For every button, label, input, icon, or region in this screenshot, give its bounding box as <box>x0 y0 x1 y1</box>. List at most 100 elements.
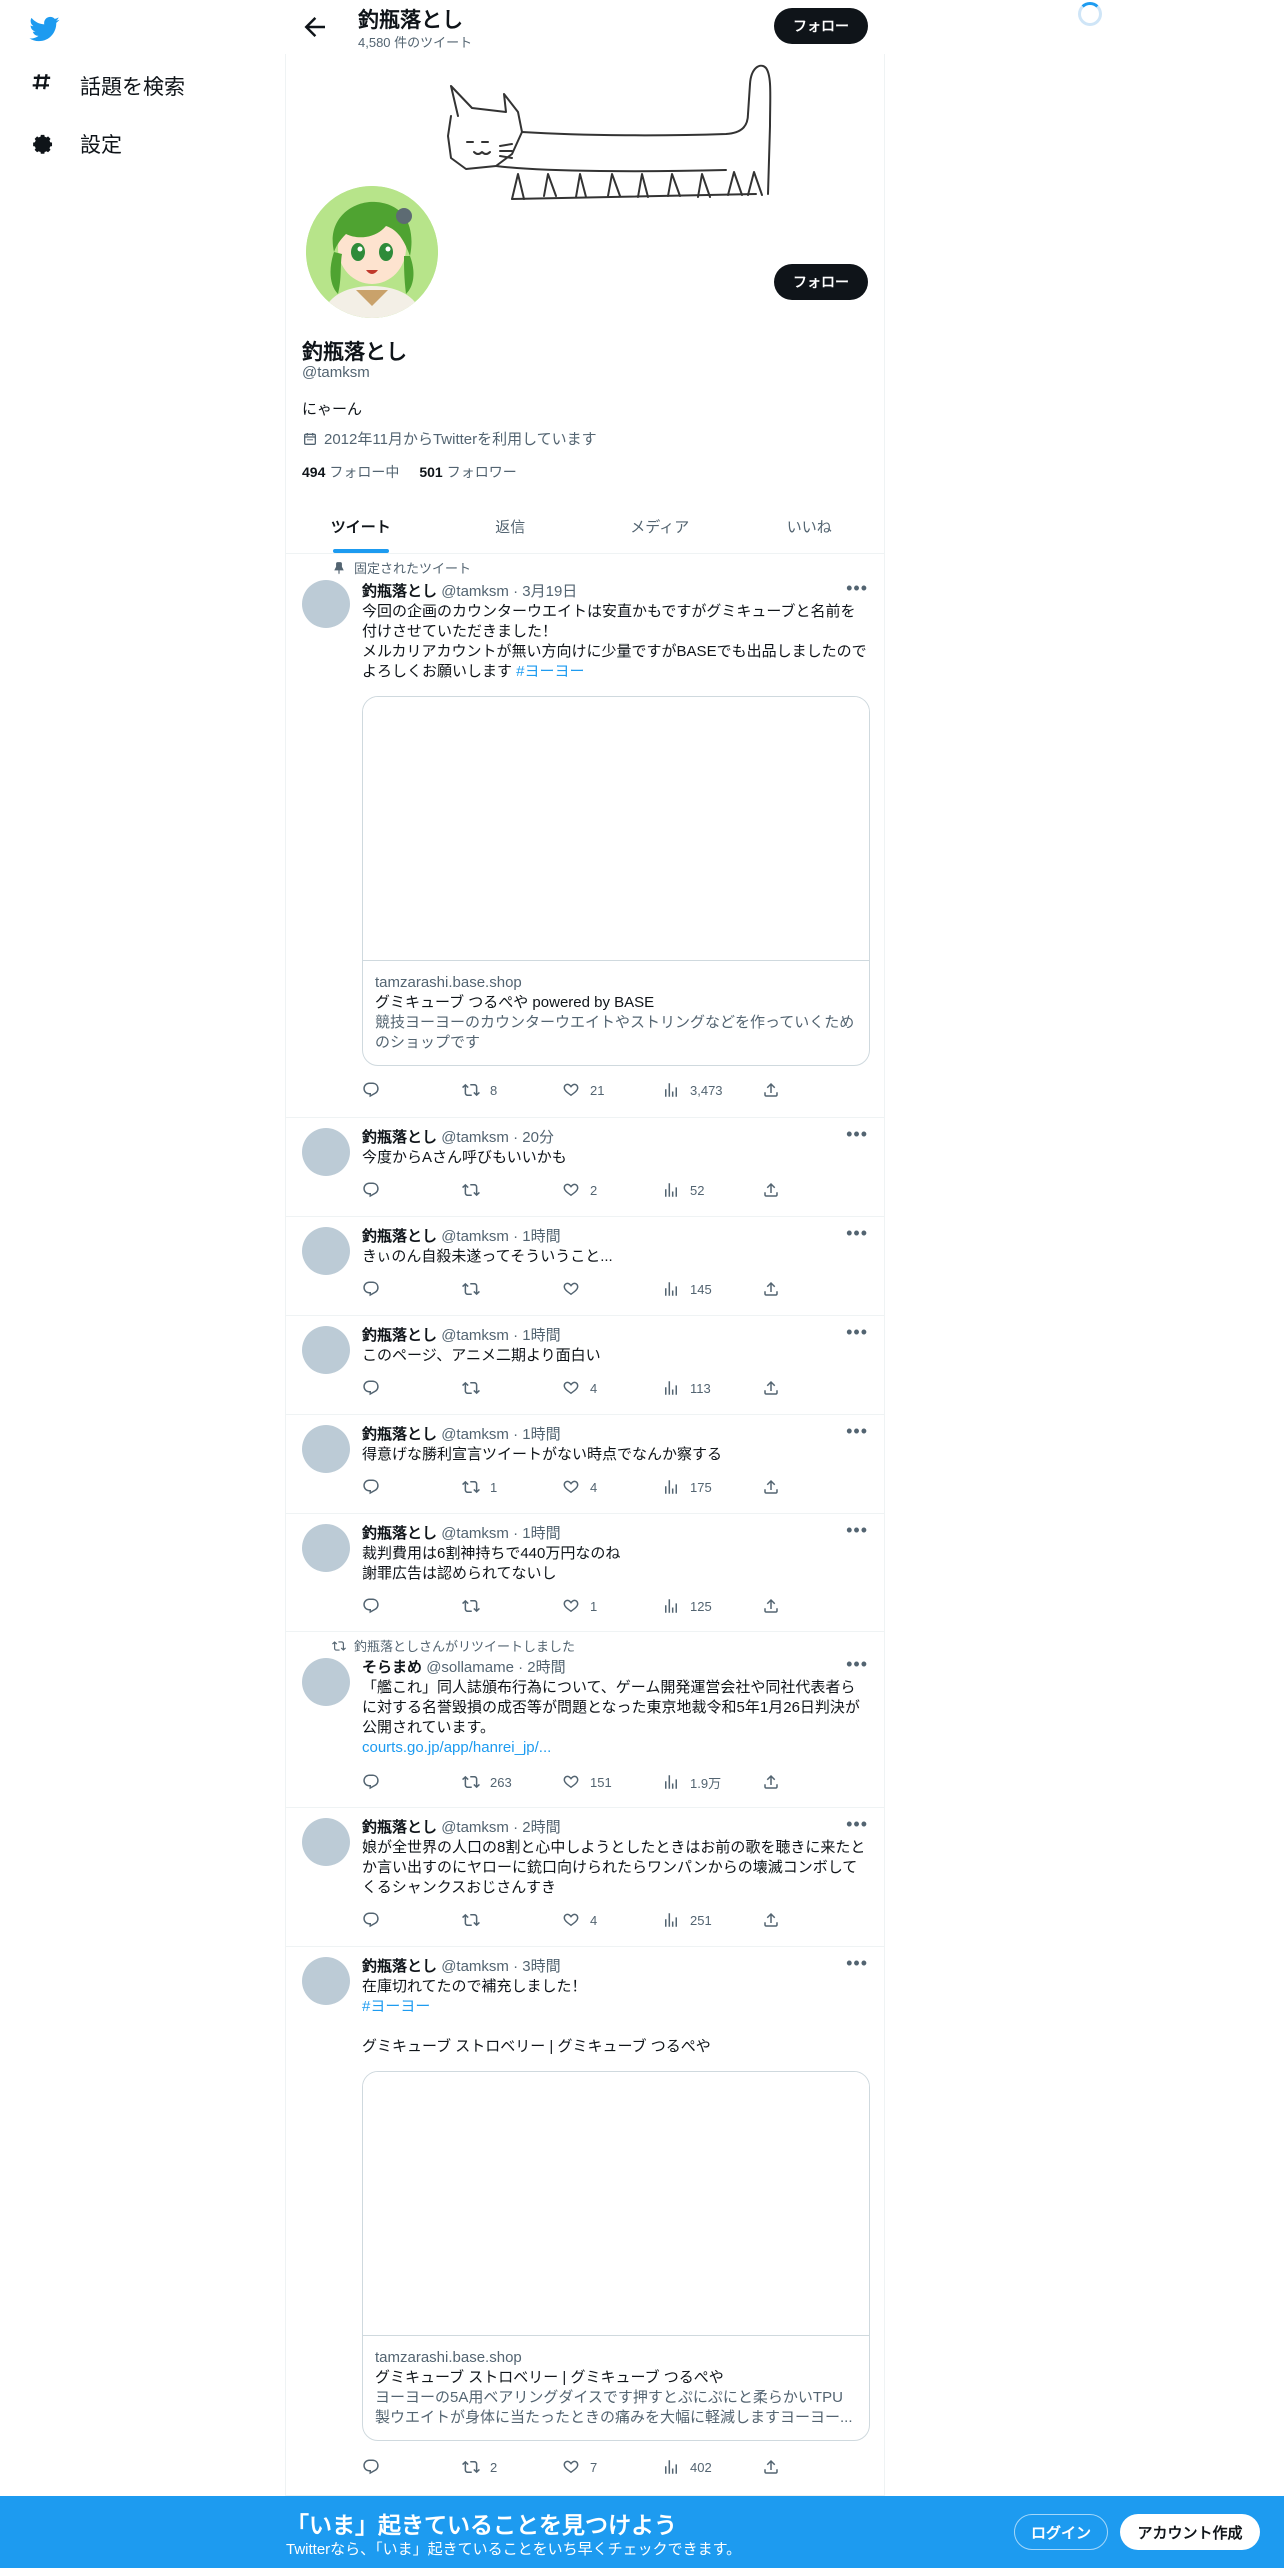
followers-link[interactable]: 501 フォロワー <box>419 462 516 482</box>
like-button[interactable]: 4 <box>562 1910 662 1930</box>
share-icon <box>762 1280 780 1298</box>
share-button[interactable] <box>762 2457 782 2477</box>
tweet-retweeted[interactable]: 釣瓶落としさんがリツイートしました そらまめ @sollamame · 2時間 … <box>286 1632 884 1808</box>
retweet-button[interactable] <box>462 1596 562 1616</box>
reply-button[interactable] <box>362 1772 462 1792</box>
views-button[interactable]: 125 <box>662 1596 762 1616</box>
link-card[interactable]: tamzarashi.base.shop グミキューブ つるぺや powered… <box>362 696 870 1066</box>
views-button[interactable]: 113 <box>662 1378 762 1398</box>
retweet-button[interactable]: 1 <box>462 1477 562 1497</box>
retweet-button[interactable] <box>462 1279 562 1299</box>
tab-likes[interactable]: いいね <box>735 500 885 553</box>
avatar[interactable] <box>302 1425 350 1473</box>
tab-media[interactable]: メディア <box>585 500 735 553</box>
hashtag-link[interactable]: #ヨーヨー <box>362 1997 870 2017</box>
more-icon[interactable]: ••• <box>846 1223 868 1244</box>
views-button[interactable]: 52 <box>662 1180 762 1200</box>
tab-tweets[interactable]: ツイート <box>286 500 436 553</box>
share-button[interactable] <box>762 1378 782 1398</box>
like-button[interactable]: 21 <box>562 1080 662 1100</box>
avatar[interactable] <box>302 1818 350 1866</box>
reply-button[interactable] <box>362 1477 462 1497</box>
nav-explore[interactable]: 話題を検索 <box>28 64 185 108</box>
more-icon[interactable]: ••• <box>846 1322 868 1343</box>
chart-icon <box>662 1379 680 1397</box>
avatar[interactable] <box>302 1128 350 1176</box>
tweet[interactable]: 釣瓶落とし @tamksm · 2時間 ••• 娘が全世界の人口の8割と心中しよ… <box>286 1808 884 1947</box>
retweet-button[interactable]: 8 <box>462 1080 562 1100</box>
retweet-button[interactable]: 263 <box>462 1772 562 1792</box>
heart-icon <box>562 1911 580 1929</box>
back-arrow-icon[interactable] <box>300 12 330 42</box>
views-button[interactable]: 3,473 <box>662 1080 762 1100</box>
profile-avatar[interactable] <box>302 182 442 322</box>
reply-button[interactable] <box>362 1080 462 1100</box>
more-icon[interactable]: ••• <box>846 1814 868 1835</box>
header-follow-button[interactable]: フォロー <box>774 8 868 44</box>
views-button[interactable]: 175 <box>662 1477 762 1497</box>
avatar[interactable] <box>302 1227 350 1275</box>
tweet-pinned[interactable]: 固定されたツイート 釣瓶落とし @tamksm · 3月19日 ••• 今回の企… <box>286 554 884 1118</box>
signup-button[interactable]: アカウント作成 <box>1120 2514 1260 2550</box>
like-button[interactable]: 7 <box>562 2457 662 2477</box>
tweet[interactable]: 釣瓶落とし @tamksm · 1時間 ••• きぃのん自殺未遂ってそういうこと… <box>286 1217 884 1316</box>
share-button[interactable] <box>762 1279 782 1299</box>
share-button[interactable] <box>762 1180 782 1200</box>
share-button[interactable] <box>762 1477 782 1497</box>
hashtag-link[interactable]: #ヨーヨー <box>516 663 584 680</box>
chart-icon <box>662 2458 680 2476</box>
views-button[interactable]: 251 <box>662 1910 762 1930</box>
reply-button[interactable] <box>362 2457 462 2477</box>
following-link[interactable]: 494 フォロー中 <box>302 462 399 482</box>
views-button[interactable]: 1.9万 <box>662 1772 762 1792</box>
like-button[interactable]: 4 <box>562 1378 662 1398</box>
reply-button[interactable] <box>362 1596 462 1616</box>
reply-button[interactable] <box>362 1180 462 1200</box>
retweet-button[interactable] <box>462 1378 562 1398</box>
tweet[interactable]: 釣瓶落とし @tamksm · 1時間 ••• 裁判費用は6割神持ちで440万円… <box>286 1514 884 1632</box>
share-icon <box>762 1597 780 1615</box>
like-button[interactable]: 4 <box>562 1477 662 1497</box>
more-icon[interactable]: ••• <box>846 1124 868 1145</box>
avatar[interactable] <box>302 580 350 628</box>
reply-button[interactable] <box>362 1378 462 1398</box>
avatar[interactable] <box>302 1326 350 1374</box>
tweet[interactable]: 釣瓶落とし @tamksm · 3時間 ••• 在庫切れてたので補充しました！ … <box>286 1947 884 2496</box>
views-button[interactable]: 402 <box>662 2457 762 2477</box>
more-icon[interactable]: ••• <box>846 1953 868 1974</box>
tweet[interactable]: 釣瓶落とし @tamksm · 1時間 ••• 得意げな勝利宣言ツイートがない時… <box>286 1415 884 1514</box>
retweet-button[interactable]: 2 <box>462 2457 562 2477</box>
reply-button[interactable] <box>362 1910 462 1930</box>
profile-follow-button[interactable]: フォロー <box>774 264 868 300</box>
twitter-logo-icon[interactable] <box>28 14 62 44</box>
like-button[interactable] <box>562 1279 662 1299</box>
pin-icon <box>332 561 346 575</box>
tweet[interactable]: 釣瓶落とし @tamksm · 1時間 ••• このページ、アニメ二期より面白い… <box>286 1316 884 1415</box>
more-icon[interactable]: ••• <box>846 578 868 599</box>
retweet-button[interactable] <box>462 1180 562 1200</box>
avatar[interactable] <box>302 1658 350 1706</box>
like-button[interactable]: 2 <box>562 1180 662 1200</box>
login-button[interactable]: ログイン <box>1014 2514 1108 2550</box>
like-button[interactable]: 1 <box>562 1596 662 1616</box>
share-button[interactable] <box>762 1772 782 1792</box>
more-icon[interactable]: ••• <box>846 1520 868 1541</box>
external-link[interactable]: courts.go.jp/app/hanrei_jp/... <box>362 1738 870 1758</box>
avatar[interactable] <box>302 1957 350 2005</box>
reply-button[interactable] <box>362 1279 462 1299</box>
views-button[interactable]: 145 <box>662 1279 762 1299</box>
share-button[interactable] <box>762 1910 782 1930</box>
share-button[interactable] <box>762 1596 782 1616</box>
card-description: ヨーヨーの5A用ベアリングダイスです押すとぷにぷにと柔らかいTPU製ウエイトが身… <box>375 2389 853 2426</box>
tweet[interactable]: 釣瓶落とし @tamksm · 20分 ••• 今度からAさん呼びもいいかも 2… <box>286 1118 884 1217</box>
nav-settings[interactable]: 設定 <box>28 122 122 166</box>
link-card[interactable]: tamzarashi.base.shop グミキューブ ストロベリー | グミキ… <box>362 2071 870 2441</box>
share-button[interactable] <box>762 1080 782 1100</box>
more-icon[interactable]: ••• <box>846 1654 868 1675</box>
more-icon[interactable]: ••• <box>846 1421 868 1442</box>
like-button[interactable]: 151 <box>562 1772 662 1792</box>
retweet-button[interactable] <box>462 1910 562 1930</box>
avatar[interactable] <box>302 1524 350 1572</box>
tab-replies[interactable]: 返信 <box>436 500 586 553</box>
share-icon <box>762 1081 780 1099</box>
